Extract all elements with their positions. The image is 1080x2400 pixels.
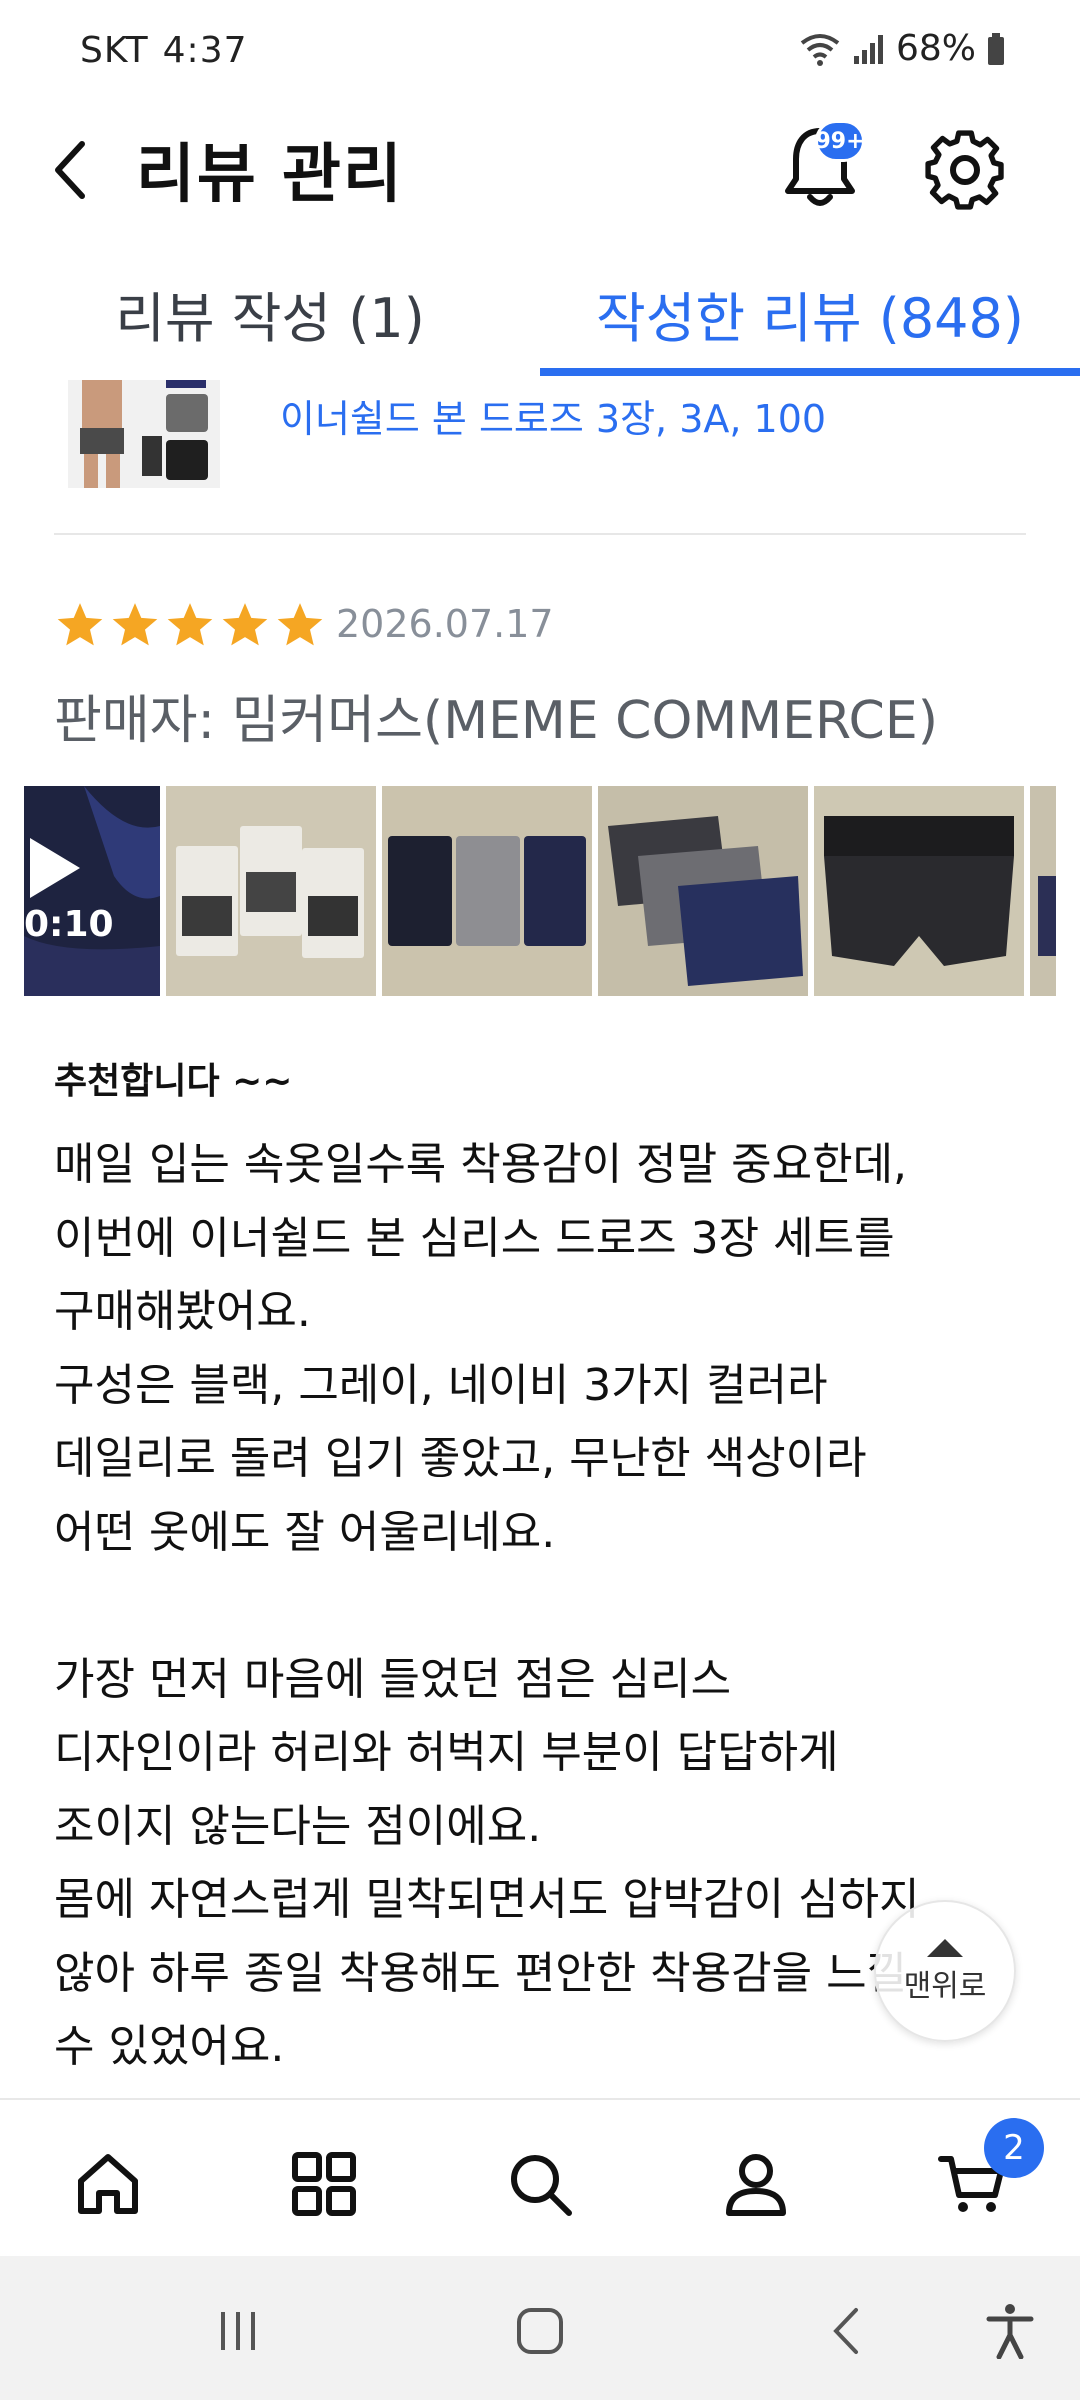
clock: 4:37 bbox=[162, 30, 248, 71]
battery-icon bbox=[988, 32, 1004, 65]
recent-apps-button[interactable] bbox=[198, 2296, 278, 2366]
star-icon bbox=[222, 603, 268, 646]
product-row[interactable]: 이너쉴드 본 드로즈 3장, 3A, 100 bbox=[0, 380, 1080, 535]
review-line: 어떤 옷에도 잘 어울리네요. bbox=[54, 1506, 556, 1558]
star-icon bbox=[112, 603, 158, 646]
review-photo[interactable] bbox=[166, 786, 376, 996]
battery-percent: 68% bbox=[895, 28, 976, 69]
bottom-nav bbox=[0, 2098, 1080, 2256]
star-icon bbox=[57, 603, 103, 646]
scroll-to-top-label: 맨위로 bbox=[903, 1969, 987, 2004]
seller-name: 판매자: 밈커머스(MEME COMMERCE) bbox=[54, 691, 939, 751]
chevron-left-icon bbox=[55, 141, 85, 199]
cart-count-badge: 2 bbox=[984, 2118, 1044, 2178]
chevron-left-icon bbox=[833, 2308, 858, 2354]
review-line: 구매해봤어요. bbox=[54, 1286, 311, 1337]
nav-categories[interactable] bbox=[284, 2144, 364, 2224]
caret-up-icon bbox=[927, 1939, 963, 1957]
page-title: 리뷰 관리 bbox=[136, 138, 404, 212]
back-button[interactable] bbox=[40, 125, 100, 215]
review-line: 구성은 블랙, 그레이, 네이비 3가지 컬러라 bbox=[54, 1359, 828, 1411]
scroll-to-top-button[interactable]: 맨위로 bbox=[874, 1900, 1016, 2042]
review-line: 매일 입는 속옷일수록 착용감이 정말 중요한데, bbox=[54, 1139, 908, 1190]
system-back-button[interactable] bbox=[806, 2296, 886, 2366]
photo-image bbox=[598, 786, 808, 996]
tab-write-review[interactable]: 리뷰 작성 (1) bbox=[0, 262, 540, 378]
product-image bbox=[68, 380, 220, 488]
status-bar: SKT 4:37 68% bbox=[0, 0, 1080, 105]
gear-icon bbox=[925, 130, 1004, 210]
system-nav-bar bbox=[0, 2256, 1080, 2400]
review-photo[interactable] bbox=[382, 786, 592, 996]
play-icon bbox=[30, 838, 80, 898]
user-icon bbox=[726, 2154, 786, 2216]
review-photo[interactable] bbox=[814, 786, 1024, 996]
review-line: 조이지 않는다는 점이에요. bbox=[54, 1800, 542, 1852]
home-button[interactable] bbox=[500, 2296, 580, 2366]
photo-image bbox=[166, 786, 376, 996]
nav-my-page[interactable] bbox=[716, 2144, 796, 2224]
nav-search[interactable] bbox=[500, 2144, 580, 2224]
notification-badge: 99+ bbox=[815, 120, 865, 162]
wifi-icon bbox=[800, 33, 840, 66]
review-photo[interactable] bbox=[1030, 786, 1056, 996]
product-name[interactable]: 이너쉴드 본 드로즈 3장, 3A, 100 bbox=[280, 388, 826, 443]
photo-image bbox=[382, 786, 592, 996]
review-line: 이번에 이너쉴드 본 심리스 드로즈 3장 세트를 bbox=[54, 1212, 895, 1264]
app-header: 리뷰 관리 bbox=[0, 105, 1080, 235]
review-photos: 0:10 bbox=[24, 786, 1080, 996]
photo-image bbox=[1030, 786, 1056, 996]
tab-written-reviews[interactable]: 작성한 리뷰 (848) bbox=[540, 262, 1080, 378]
video-duration: 0:10 bbox=[24, 904, 114, 945]
home-square-icon bbox=[517, 2308, 563, 2354]
review-photo[interactable] bbox=[598, 786, 808, 996]
star-icon bbox=[167, 603, 213, 646]
signal-icon bbox=[853, 34, 883, 64]
photo-image bbox=[814, 786, 1024, 996]
star-icon bbox=[277, 603, 323, 646]
accessibility-button[interactable] bbox=[970, 2296, 1050, 2366]
product-thumbnail[interactable] bbox=[68, 380, 220, 488]
review-date: 2026.07.17 bbox=[336, 602, 554, 646]
review-title: 추천합니다 ~~ bbox=[54, 1061, 293, 1102]
rating-stars bbox=[54, 600, 326, 650]
accessibility-icon bbox=[986, 2304, 1034, 2359]
review-line: 가장 먼저 마음에 들었던 점은 심리스 bbox=[54, 1653, 732, 1705]
review-line bbox=[54, 1569, 1044, 1643]
search-icon bbox=[511, 2155, 572, 2216]
review-line: 디자인이라 허리와 허벅지 부분이 답답하게 bbox=[54, 1727, 839, 1778]
nav-home[interactable] bbox=[68, 2144, 148, 2224]
settings-button[interactable] bbox=[920, 125, 1010, 215]
carrier-label: SKT bbox=[80, 30, 149, 71]
active-tab-indicator bbox=[540, 368, 1080, 376]
review-line: 데일리로 돌려 입기 좋았고, 무난한 색상이라 bbox=[54, 1433, 867, 1484]
recent-apps-icon bbox=[221, 2312, 255, 2350]
divider bbox=[54, 533, 1026, 535]
review-video-thumbnail[interactable]: 0:10 bbox=[24, 786, 160, 996]
grid-icon bbox=[292, 2152, 356, 2216]
home-icon bbox=[78, 2154, 138, 2214]
review-tabs: 리뷰 작성 (1) 작성한 리뷰 (848) bbox=[0, 262, 1080, 378]
